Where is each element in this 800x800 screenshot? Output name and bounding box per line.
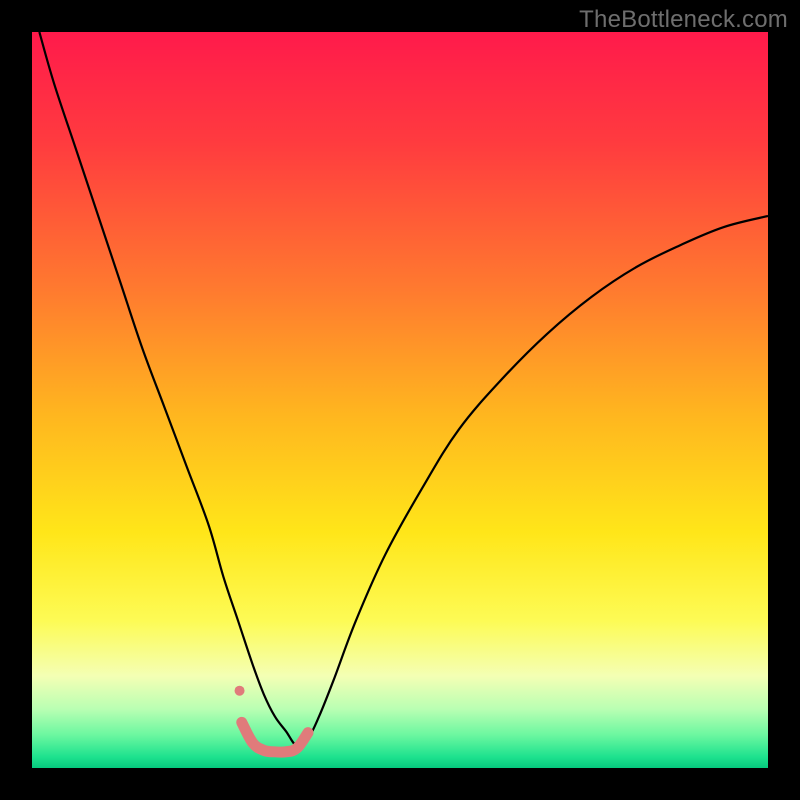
highlight-dot [235, 686, 245, 696]
bottleneck-curve [39, 32, 768, 746]
curve-layer [32, 32, 768, 768]
chart-frame: TheBottleneck.com [0, 0, 800, 800]
plot-area [32, 32, 768, 768]
watermark-text: TheBottleneck.com [579, 6, 788, 34]
highlight-band [242, 722, 308, 752]
